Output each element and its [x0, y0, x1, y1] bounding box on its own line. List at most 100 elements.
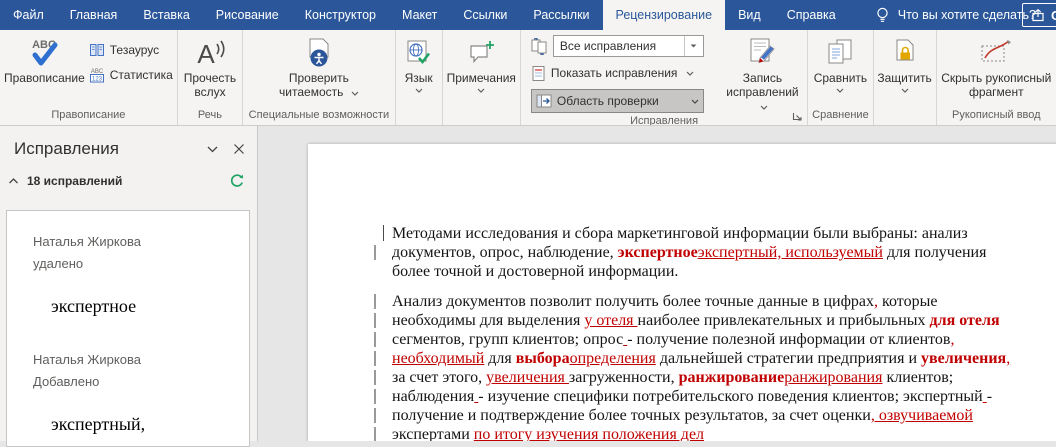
- group-speech: A Прочесть вслух Речь: [178, 30, 244, 125]
- ribbon-tab-10[interactable]: Справка: [774, 0, 849, 30]
- lightbulb-icon: [875, 7, 890, 24]
- comments-button[interactable]: Примечания: [447, 33, 516, 93]
- document-line[interactable]: более точной и достоверной информации.: [392, 262, 1056, 281]
- ribbon-tab-6[interactable]: Ссылки: [450, 0, 520, 30]
- comments-label: Примечания: [446, 71, 516, 85]
- group-protect: Защитить: [874, 30, 937, 125]
- revision-action: удалено: [33, 256, 84, 271]
- refresh-icon[interactable]: [229, 173, 245, 189]
- group-label-protect: [874, 107, 936, 125]
- text-segment: наблюдения: [392, 388, 475, 405]
- revision-entry[interactable]: Наталья Жиркова удалено экспертное: [7, 211, 249, 321]
- spelling-button[interactable]: ABC Правописание: [4, 33, 85, 85]
- track-changes-icon: [747, 35, 777, 71]
- revision-text: экспертное: [51, 296, 137, 316]
- hide-ink-button[interactable]: Скрыть рукописный фрагмент: [941, 33, 1052, 99]
- revision-entry[interactable]: Наталья Жиркова Добавлено экспертный, ис…: [7, 335, 249, 446]
- document-line[interactable]: документов, опрос, наблюдение, экспертно…: [374, 243, 1056, 262]
- inserted-text: ранжирования: [784, 369, 883, 386]
- document-line[interactable]: необходимы для выделения у отеля наиболе…: [374, 311, 1056, 330]
- text-segment: которые: [878, 293, 938, 310]
- title-tab-bar: Файл Главная Вставка Рисование Конструктор Ма…: [0, 0, 1056, 30]
- document-line[interactable]: экспертами по итогу изучения положения д…: [374, 425, 1056, 441]
- chevron-down-icon: [351, 91, 359, 96]
- ribbon-tab-3[interactable]: Рисование: [203, 0, 292, 30]
- read-aloud-button[interactable]: A Прочесть вслух: [182, 33, 238, 99]
- changed-line-bar: [374, 351, 376, 366]
- protect-lock-icon: [891, 35, 919, 71]
- tab-strip: Файл Главная Вставка Рисование Конструктор Ма…: [0, 0, 849, 30]
- document-line[interactable]: Анализ документов позволит получить боле…: [374, 292, 1056, 311]
- text-segment: Методами исследования и сбора маркетинго…: [392, 225, 968, 242]
- document-line[interactable]: наблюдения - изучение специфики потребит…: [374, 387, 1056, 406]
- ribbon-tab-4[interactable]: Конструктор: [292, 0, 389, 30]
- document-line[interactable]: необходимый для выбораопределения дальне…: [374, 349, 1056, 368]
- combo-dropdown-icon[interactable]: [683, 36, 703, 56]
- share-button[interactable]: Общий доступ: [1022, 3, 1056, 27]
- document-line[interactable]: сегментов, групп клиентов; опрос - получ…: [374, 330, 1056, 349]
- document-line[interactable]: Методами исследования и сбора маркетинго…: [383, 224, 1056, 243]
- thesaurus-button[interactable]: Тезаурус: [89, 42, 173, 58]
- compare-button[interactable]: Сравнить: [814, 33, 867, 93]
- track-changes-button[interactable]: Запись исправлений: [722, 33, 804, 113]
- revisions-list: Наталья Жиркова удалено экспертное Натал…: [6, 210, 250, 447]
- text-segment: для: [484, 350, 516, 367]
- inserted-text: ,: [1006, 350, 1011, 367]
- text-segment: для получения: [882, 244, 987, 261]
- language-globe-icon: [405, 35, 433, 71]
- accessibility-check-icon: [304, 35, 334, 71]
- text-segment: за счет этого,: [392, 369, 487, 386]
- ribbon-tab-0[interactable]: Файл: [0, 0, 57, 30]
- changed-line-bar: [374, 427, 376, 441]
- ribbon-tab-1[interactable]: Главная: [57, 0, 131, 30]
- display-for-review-select[interactable]: Все исправления: [552, 35, 704, 57]
- inserted-text: у отеля: [584, 312, 638, 329]
- display-for-review-icon: [531, 37, 548, 55]
- check-readability-button[interactable]: Проверить читаемость: [276, 33, 362, 99]
- document-line[interactable]: за счет этого, увеличения загруженности,…: [374, 368, 1056, 387]
- tell-me-box[interactable]: Что вы хотите сделать?: [875, 0, 1036, 30]
- ribbon-tab-8[interactable]: Рецензирование: [602, 0, 726, 30]
- collapse-summary-icon[interactable]: [8, 177, 19, 185]
- inserted-text: по итогу изучения положения дел: [473, 426, 705, 441]
- text-segment: загруженности,: [568, 369, 679, 386]
- spellcheck-icon: ABC: [26, 35, 62, 71]
- group-label-proofing: Правописание: [51, 109, 126, 121]
- chevron-down-icon: [691, 99, 699, 104]
- ribbon-tab-5[interactable]: Макет: [389, 0, 450, 30]
- show-markup-button[interactable]: Показать исправления: [531, 62, 704, 84]
- ribbon-tab-7[interactable]: Рассылки: [520, 0, 602, 30]
- close-icon[interactable]: [233, 143, 245, 155]
- dialog-launcher-icon[interactable]: [791, 113, 804, 123]
- text-segment: - получение полезной информации от клиен…: [627, 331, 951, 348]
- ribbon-tab-2[interactable]: Вставка: [130, 0, 202, 30]
- compare-icon: [824, 35, 856, 71]
- tell-me-label: Что вы хотите сделать?: [897, 8, 1036, 22]
- pane-options-chevron-icon[interactable]: [206, 145, 219, 154]
- word-count-button[interactable]: ABC 123 Статистика: [89, 67, 173, 83]
- chevron-down-icon: [405, 88, 433, 93]
- protect-button[interactable]: Защитить: [877, 33, 932, 93]
- tracking-label-text: Исправления: [630, 115, 699, 125]
- word-count-label: Статистика: [109, 68, 173, 82]
- deleted-text: выбора: [515, 350, 570, 367]
- text-segment: экспертами: [392, 426, 474, 441]
- chevron-down-icon: [814, 88, 867, 93]
- chevron-down-icon: [686, 71, 694, 76]
- inserted-text: ,: [950, 331, 955, 348]
- document-line[interactable]: получение и подтверждение более точных р…: [374, 406, 1056, 425]
- reviewing-pane-icon: [536, 94, 552, 108]
- svg-text:A: A: [197, 39, 215, 69]
- word-count-icon: ABC 123: [89, 67, 105, 83]
- text-segment: документов, опрос, наблюдение,: [392, 244, 618, 261]
- paragraph: Анализ документов позволит получить боле…: [374, 292, 1056, 441]
- document-page[interactable]: Методами исследования и сбора маркетинго…: [308, 144, 1056, 441]
- paragraph: Методами исследования и сбора маркетинго…: [374, 224, 1056, 281]
- ribbon-tab-9[interactable]: Вид: [725, 0, 774, 30]
- language-button[interactable]: Язык: [405, 33, 433, 93]
- group-accessibility: Проверить читаемость Специальные возможн…: [243, 30, 396, 125]
- spelling-label: Правописание: [4, 71, 85, 85]
- changed-line-bar: [374, 245, 376, 260]
- reviewing-pane-button[interactable]: Область проверки: [530, 89, 704, 113]
- protect-label: Защитить: [877, 71, 932, 85]
